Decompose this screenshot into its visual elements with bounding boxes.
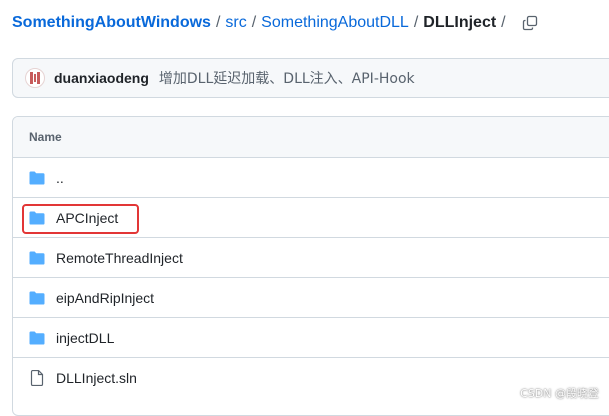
table-row-injectdll[interactable]: injectDLL bbox=[13, 318, 609, 358]
avatar-icon bbox=[30, 72, 40, 84]
breadcrumb-current: DLLInject bbox=[423, 14, 497, 31]
file-table: Name .. APCInject RemoteThreadInject eip… bbox=[12, 116, 609, 416]
copy-icon bbox=[522, 15, 537, 31]
commit-author[interactable]: duanxiaodeng bbox=[54, 70, 149, 86]
folder-icon bbox=[29, 290, 45, 306]
breadcrumb-trailing-separator: / bbox=[501, 14, 506, 31]
avatar[interactable] bbox=[25, 68, 45, 88]
file-icon bbox=[29, 370, 45, 386]
table-row-parent-directory[interactable]: .. bbox=[13, 158, 609, 198]
breadcrumb-src-link[interactable]: src bbox=[225, 12, 246, 34]
table-row-eipandripinject[interactable]: eipAndRipInject bbox=[13, 278, 609, 318]
breadcrumb-separator: / bbox=[215, 14, 221, 31]
breadcrumb-repo-link[interactable]: SomethingAboutWindows bbox=[12, 12, 211, 34]
name-column-header: Name bbox=[29, 130, 62, 144]
breadcrumb-separator: / bbox=[413, 14, 419, 31]
watermark: CSDN @段晓登 bbox=[520, 387, 599, 400]
table-header: Name bbox=[13, 117, 609, 158]
folder-icon bbox=[29, 250, 45, 266]
row-name[interactable]: RemoteThreadInject bbox=[56, 250, 183, 266]
row-name[interactable]: APCInject bbox=[56, 210, 118, 226]
table-row-apcinject[interactable]: APCInject bbox=[13, 198, 609, 238]
table-row-remotethreadinject[interactable]: RemoteThreadInject bbox=[13, 238, 609, 278]
folder-icon bbox=[29, 210, 45, 226]
commit-message[interactable]: 增加DLL延迟加载、DLL注入、API-Hook bbox=[159, 68, 415, 88]
row-name[interactable]: .. bbox=[56, 170, 64, 186]
row-name[interactable]: injectDLL bbox=[56, 330, 114, 346]
breadcrumb-somethingaboutdll-link[interactable]: SomethingAboutDLL bbox=[261, 12, 409, 34]
folder-icon bbox=[29, 330, 45, 346]
latest-commit-bar: duanxiaodeng 增加DLL延迟加载、DLL注入、API-Hook bbox=[12, 58, 609, 98]
folder-icon bbox=[29, 170, 45, 186]
row-name[interactable]: eipAndRipInject bbox=[56, 290, 154, 306]
breadcrumb: SomethingAboutWindows / src / SomethingA… bbox=[12, 12, 541, 34]
breadcrumb-separator: / bbox=[251, 14, 257, 31]
copy-path-button[interactable] bbox=[519, 12, 541, 34]
row-name[interactable]: DLLInject.sln bbox=[56, 370, 137, 386]
